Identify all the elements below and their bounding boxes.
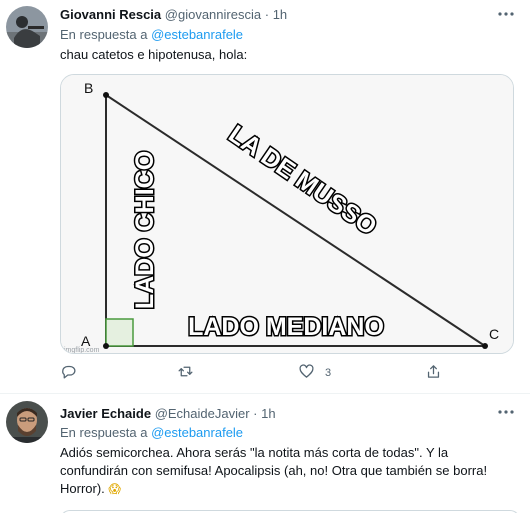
retweet-button[interactable] <box>177 364 194 382</box>
avatar[interactable] <box>6 401 48 443</box>
retweet-icon <box>177 363 194 383</box>
right-angle-marker <box>105 318 134 347</box>
reply-button[interactable] <box>60 364 77 382</box>
label-lado-chico: LADO CHICO <box>131 151 159 309</box>
reply-prefix: En respuesta a <box>60 425 152 440</box>
tweet-javier[interactable]: Javier Echaide @EchaideJavier · 1h En re… <box>0 394 530 513</box>
tweet-text-content: Adiós semicorchea. Ahora serás "la notit… <box>60 445 488 496</box>
author-name[interactable]: Javier Echaide <box>60 406 151 421</box>
reply-mention-link[interactable]: @estebanrafele <box>151 425 243 440</box>
more-horizontal-icon[interactable] <box>496 6 516 22</box>
heart-icon <box>298 363 315 383</box>
author-handle[interactable]: @EchaideJavier <box>155 406 250 421</box>
reply-prefix: En respuesta a <box>60 27 152 42</box>
vertex-b-label: B <box>84 80 93 96</box>
share-button[interactable] <box>425 364 442 382</box>
like-count: 3 <box>325 367 332 379</box>
label-lado-mediano: LADO MEDIANO <box>188 313 384 341</box>
vertex-c-label: C <box>489 326 499 342</box>
tweet-text: Adiós semicorchea. Ahora serás "la notit… <box>60 444 515 498</box>
separator-dot: · <box>253 406 258 421</box>
timestamp[interactable]: 1h <box>261 406 275 421</box>
reply-icon <box>60 363 77 383</box>
share-icon <box>425 363 442 383</box>
tweet-media-image[interactable]: B A C LADO CHICO LA DE MUSSO LADO MEDIAN… <box>60 74 514 354</box>
tweet-text: chau catetos e hipotenusa, hola: <box>60 47 248 62</box>
tweet-header: Giovanni Rescia @giovannirescia · 1h <box>60 7 287 23</box>
reply-context: En respuesta a @estebanrafele <box>60 27 243 43</box>
author-handle[interactable]: @giovannirescia <box>165 7 261 22</box>
avatar[interactable] <box>6 6 48 48</box>
tweet-giovanni[interactable]: Giovanni Rescia @giovannirescia · 1h En … <box>0 0 530 394</box>
imgflip-watermark: imgflip.com <box>64 347 100 354</box>
timestamp[interactable]: 1h <box>273 7 287 22</box>
reply-mention-link[interactable]: @estebanrafele <box>151 27 243 42</box>
separator-dot: · <box>264 7 270 22</box>
tweet-header: Javier Echaide @EchaideJavier · 1h <box>60 406 276 422</box>
reply-context: En respuesta a @estebanrafele <box>60 425 243 441</box>
tweet-actions: 3 <box>60 364 460 382</box>
more-horizontal-icon[interactable] <box>496 404 516 420</box>
author-name[interactable]: Giovanni Rescia <box>60 7 161 22</box>
scream-emoji: 😱 <box>108 482 121 496</box>
like-button[interactable]: 3 <box>298 364 331 382</box>
